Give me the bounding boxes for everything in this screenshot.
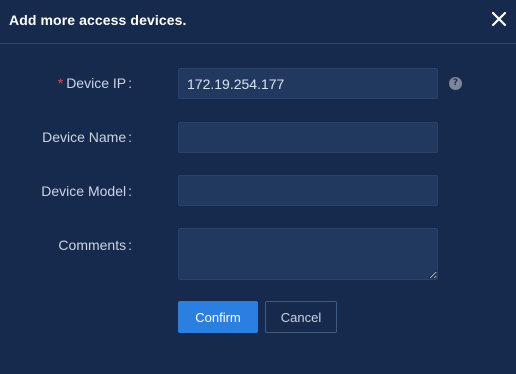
comments-colon: : — [128, 237, 132, 253]
device-model-label: Device Model: — [41, 183, 132, 199]
close-icon[interactable] — [490, 10, 508, 28]
device-name-colon: : — [128, 129, 132, 145]
device-name-input[interactable] — [178, 122, 438, 153]
confirm-button[interactable]: Confirm — [178, 301, 258, 333]
device-model-input[interactable] — [178, 175, 438, 206]
cancel-button[interactable]: Cancel — [265, 301, 337, 333]
device-ip-colon: : — [128, 75, 132, 91]
comments-label-text: Comments — [58, 237, 127, 253]
comments-textarea[interactable] — [178, 228, 438, 280]
help-icon[interactable]: ? — [449, 77, 462, 90]
add-access-devices-dialog: Add more access devices. *Device IP: ? D… — [0, 0, 516, 374]
device-model-colon: : — [128, 183, 132, 199]
device-name-label: Device Name: — [42, 129, 132, 145]
device-ip-label: * Device IP: — [58, 75, 132, 91]
dialog-title: Add more access devices. — [9, 12, 187, 28]
dialog-header: Add more access devices. — [0, 0, 516, 44]
device-name-label-text: Device Name — [42, 129, 127, 145]
device-ip-label-text: Device IP — [66, 75, 127, 91]
device-model-label-text: Device Model — [41, 183, 127, 199]
device-ip-input[interactable] — [178, 68, 438, 99]
required-mark: * — [57, 75, 64, 91]
comments-label: Comments: — [58, 237, 132, 253]
